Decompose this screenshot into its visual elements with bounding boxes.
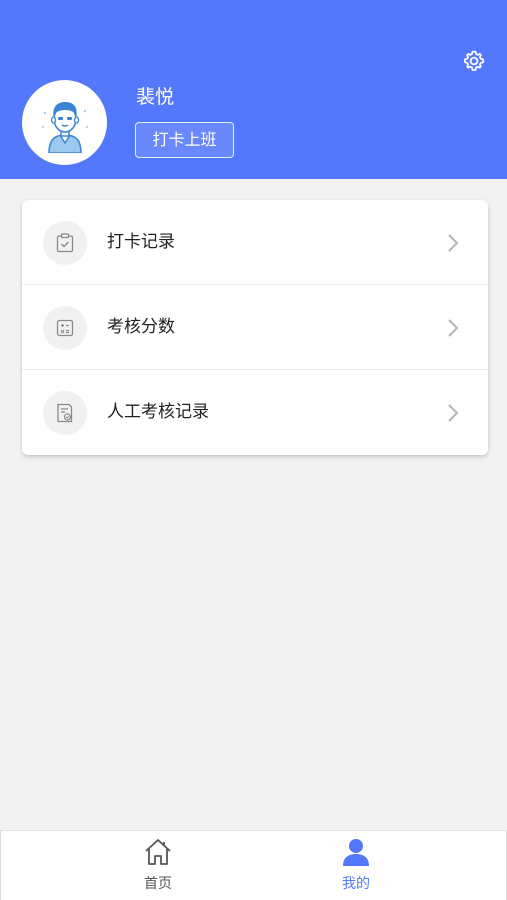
calculator-icon [56,319,74,337]
person-icon [343,839,369,866]
profile-page: 裴悦 打卡上班 打卡记录 考核分数 人工考核记录 首页 我的 [0,0,507,900]
nav-tab-home[interactable]: 首页 [98,831,218,899]
menu-item-assessment-score[interactable]: 考核分数 [22,285,488,370]
menu-icon-circle [43,221,87,265]
profile-header: 裴悦 打卡上班 [0,0,507,179]
menu-icon-circle [43,391,87,435]
chevron-right-icon [448,234,459,252]
nav-label: 我的 [342,876,370,892]
menu-card: 打卡记录 考核分数 人工考核记录 [22,200,488,455]
nav-label: 首页 [144,876,172,892]
menu-icon-circle [43,306,87,350]
clipboard-check-icon [56,233,74,253]
settings-button[interactable] [461,48,487,74]
nav-icon-wrap [341,837,371,867]
chevron-right-icon [448,319,459,337]
menu-item-label: 考核分数 [107,317,175,337]
menu-item-label: 人工考核记录 [107,402,209,422]
nav-tab-mine[interactable]: 我的 [296,831,416,899]
nav-icon-wrap [143,837,173,867]
home-icon [145,839,171,865]
menu-item-label: 打卡记录 [107,232,175,252]
menu-item-manual-assessment[interactable]: 人工考核记录 [22,370,488,455]
gear-icon [463,50,485,71]
user-avatar-illustration [41,101,88,153]
menu-item-clock-records[interactable]: 打卡记录 [22,200,488,285]
clock-in-button[interactable]: 打卡上班 [135,122,234,158]
avatar[interactable] [22,80,107,165]
bottom-nav: 首页 我的 [0,830,507,900]
chevron-right-icon [448,404,459,422]
user-name: 裴悦 [136,86,175,108]
document-check-icon [57,403,73,423]
